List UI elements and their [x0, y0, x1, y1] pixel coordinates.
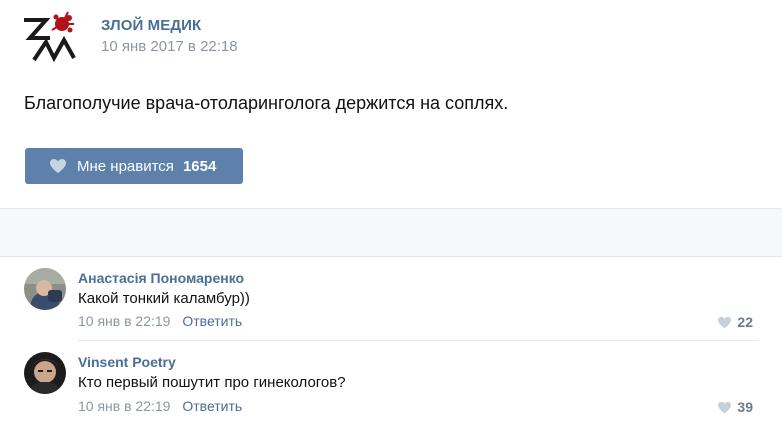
comment: Анастасія Пономаренко Какой тонкий калам…	[0, 257, 782, 341]
heart-icon	[717, 316, 732, 329]
post-author[interactable]: ЗЛОЙ МЕДИК	[101, 17, 201, 34]
comment-time[interactable]: 10 янв в 22:19	[78, 313, 170, 329]
comment-author[interactable]: Vinsent Poetry	[78, 354, 176, 370]
comment-text: Кто первый пошутит про гинекологов?	[78, 374, 346, 391]
comment: Vinsent Poetry Кто первый пошутит про ги…	[0, 341, 782, 425]
comment-text: Какой тонкий каламбур))	[78, 290, 250, 307]
heart-icon	[49, 158, 67, 174]
like-count: 1654	[182, 157, 217, 175]
post-text: Благополучие врача-отоларинголога держит…	[24, 93, 509, 113]
comment-like-button[interactable]: 39	[717, 399, 753, 415]
comment-author[interactable]: Анастасія Пономаренко	[78, 270, 244, 286]
comment-time[interactable]: 10 янв в 22:19	[78, 398, 170, 414]
community-avatar[interactable]	[22, 8, 80, 66]
avatar[interactable]	[24, 268, 66, 310]
comment-meta: 10 янв в 22:19 Ответить	[78, 313, 242, 329]
like-label: Мне нравится	[77, 157, 174, 175]
comment-like-count: 39	[737, 399, 753, 415]
post-date[interactable]: 10 янв 2017 в 22:18	[101, 38, 238, 55]
comment-like-button[interactable]: 22	[717, 314, 753, 330]
comment-meta: 10 янв в 22:19 Ответить	[78, 398, 242, 414]
zm-logo-icon	[24, 11, 76, 63]
reply-link[interactable]: Ответить	[182, 313, 242, 329]
avatar[interactable]	[24, 352, 66, 394]
like-button[interactable]: Мне нравится 1654	[25, 148, 243, 184]
comments-separator	[0, 208, 782, 257]
reply-link[interactable]: Ответить	[182, 398, 242, 414]
comment-like-count: 22	[737, 314, 753, 330]
heart-icon	[717, 401, 732, 414]
